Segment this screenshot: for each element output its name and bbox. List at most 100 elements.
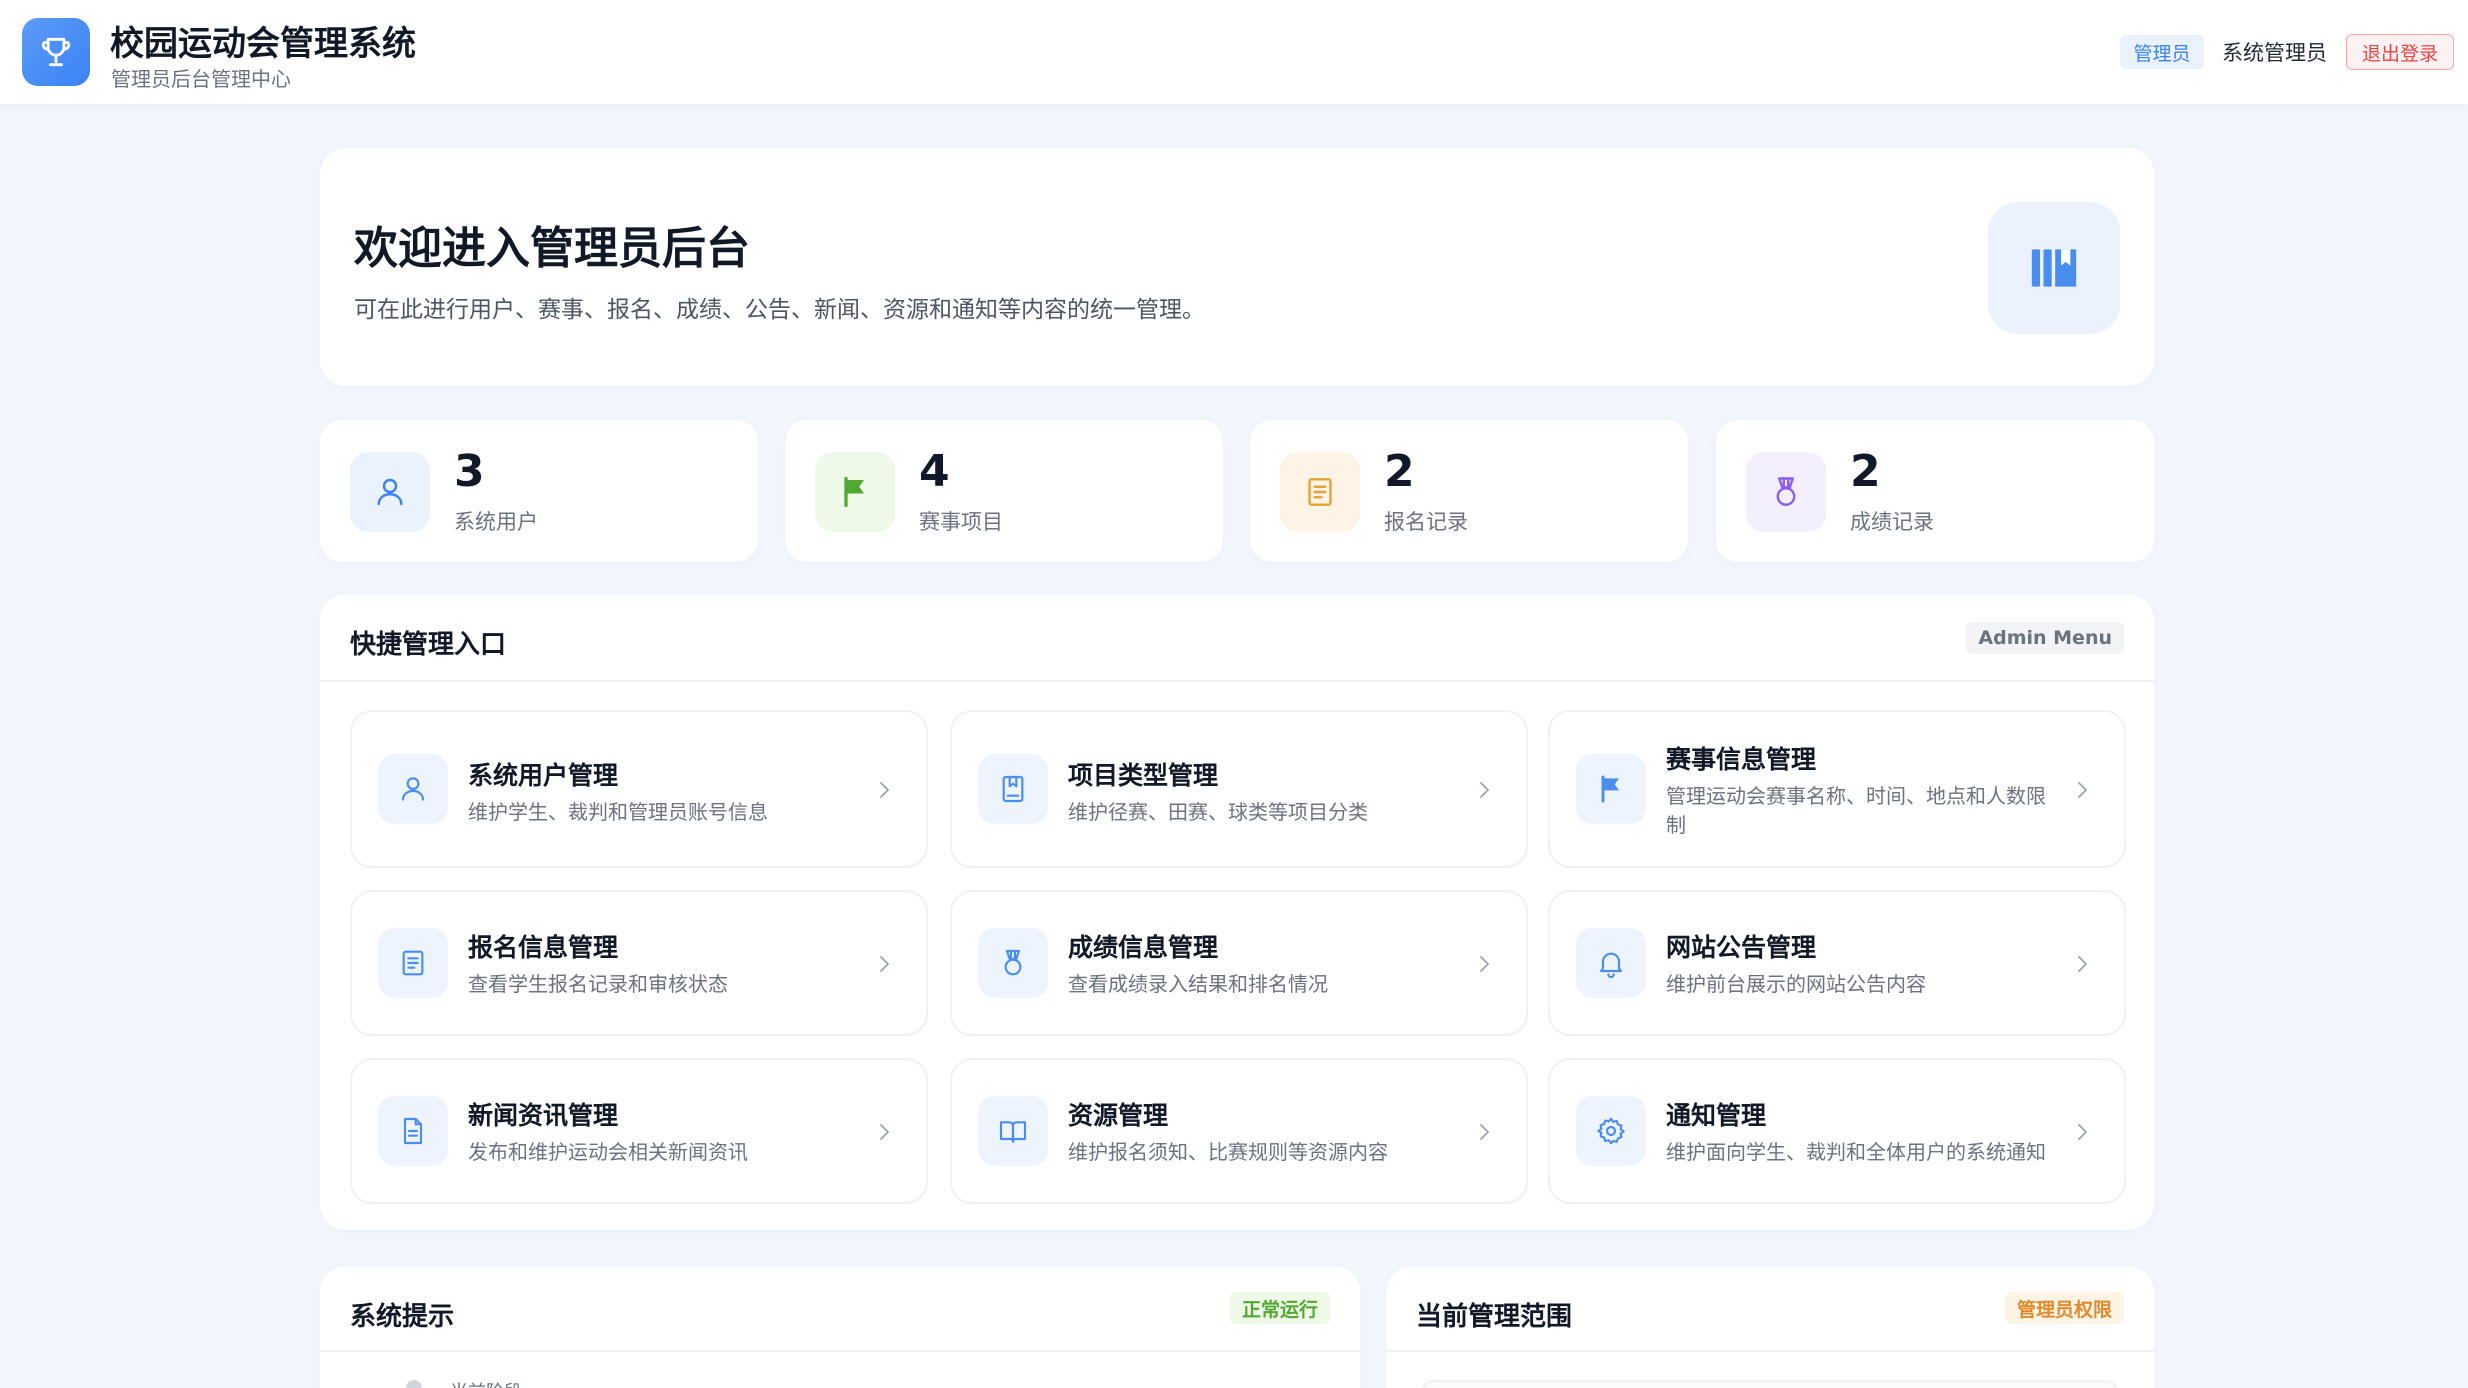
quick-item-title: 新闻资讯管理	[468, 1101, 619, 1130]
quick-item-icon-tile	[378, 1096, 448, 1166]
stat-label: 报名记录	[1384, 510, 1468, 534]
quick-item-desc: 查看成绩录入结果和排名情况	[1068, 972, 1328, 996]
quick-item-icon-tile	[978, 1096, 1048, 1166]
stat-icon-tile	[350, 452, 430, 532]
bell-icon	[1599, 952, 1623, 978]
quick-item-news[interactable]: 新闻资讯管理 发布和维护运动会相关新闻资讯	[350, 1058, 928, 1204]
quick-entry-section: 快捷管理入口 Admin Menu 系统用户管理 维护学生、裁判和管理员账号信息…	[320, 594, 2154, 1230]
stat-value: 2	[1850, 446, 1881, 497]
gear-icon	[1597, 1117, 1625, 1145]
quick-item-title: 通知管理	[1666, 1101, 1767, 1130]
flag-icon	[1601, 775, 1619, 803]
stat-card-registrations: 2 报名记录	[1250, 420, 1688, 562]
stat-value: 2	[1384, 446, 1415, 497]
app-subtitle: 管理员后台管理中心	[111, 67, 291, 91]
quick-item-desc: 维护径赛、田赛、球类等项目分类	[1068, 800, 1368, 824]
quick-item-title: 报名信息管理	[468, 933, 619, 962]
quick-item-icon-tile	[1576, 754, 1646, 824]
quick-item-title: 网站公告管理	[1666, 933, 1817, 962]
chevron-right-icon	[1480, 956, 1489, 972]
quick-item-notifications[interactable]: 通知管理 维护面向学生、裁判和全体用户的系统通知	[1548, 1058, 2126, 1204]
quick-item-icon-tile	[1576, 1096, 1646, 1166]
stat-card-events: 4 赛事项目	[785, 420, 1223, 562]
role-badge: 管理员	[2120, 35, 2204, 69]
chevron-right-icon	[2078, 956, 2087, 972]
quick-item-desc: 维护前台展示的网站公告内容	[1666, 972, 1926, 996]
quick-item-desc: 发布和维护运动会相关新闻资讯	[468, 1140, 748, 1164]
chevron-right-icon	[880, 956, 889, 972]
document-icon	[1308, 478, 1332, 506]
welcome-icon-tile	[1988, 202, 2120, 334]
quick-item-registrations[interactable]: 报名信息管理 查看学生报名记录和审核状态	[350, 890, 928, 1036]
quick-item-title: 系统用户管理	[468, 761, 619, 790]
quick-item-title: 资源管理	[1068, 1101, 1169, 1130]
quick-item-announcements[interactable]: 网站公告管理 维护前台展示的网站公告内容	[1548, 890, 2126, 1036]
stat-card-results: 2 成绩记录	[1716, 420, 2154, 562]
app-title: 校园运动会管理系统	[110, 24, 416, 64]
quick-item-desc: 维护面向学生、裁判和全体用户的系统通知	[1666, 1140, 2046, 1164]
logout-button[interactable]: 退出登录	[2346, 34, 2454, 70]
chevron-right-icon	[2078, 782, 2087, 798]
quick-item-title: 项目类型管理	[1068, 761, 1219, 790]
stat-label: 系统用户	[454, 510, 538, 534]
open-book-icon	[999, 1121, 1027, 1143]
stat-value: 3	[454, 446, 485, 497]
app-logo	[22, 18, 90, 86]
quick-item-icon-tile	[978, 754, 1048, 824]
chevron-right-icon	[880, 782, 889, 798]
quick-item-desc: 查看学生报名记录和审核状态	[468, 972, 728, 996]
scope-box	[1420, 1380, 2120, 1388]
quick-item-desc: 维护报名须知、比赛规则等资源内容	[1068, 1140, 1388, 1164]
quick-item-icon-tile	[978, 928, 1048, 998]
quick-item-events[interactable]: 赛事信息管理 管理运动会赛事名称、时间、地点和人数限制	[1548, 710, 2126, 868]
stat-icon-tile	[815, 452, 895, 532]
quick-item-desc: 管理运动会赛事名称、时间、地点和人数限制	[1666, 784, 2046, 837]
stat-label: 成绩记录	[1850, 510, 1934, 534]
quick-item-icon-tile	[378, 754, 448, 824]
stat-icon-tile	[1280, 452, 1360, 532]
system-tip-item: 当前阶段	[450, 1378, 522, 1388]
medal-icon	[1004, 949, 1022, 976]
user-name: 系统管理员	[2222, 41, 2327, 65]
quick-item-title: 赛事信息管理	[1666, 745, 1817, 774]
chevron-right-icon	[1480, 1124, 1489, 1140]
welcome-title: 欢迎进入管理员后台	[354, 223, 750, 274]
file-text-icon	[403, 1117, 423, 1145]
list-dot	[406, 1380, 422, 1388]
stat-value: 4	[919, 446, 950, 497]
welcome-description: 可在此进行用户、赛事、报名、成绩、公告、新闻、资源和通知等内容的统一管理。	[354, 297, 1205, 323]
quick-item-resources[interactable]: 资源管理 维护报名须知、比赛规则等资源内容	[950, 1058, 1528, 1204]
top-header: 校园运动会管理系统 管理员后台管理中心 管理员 系统管理员 退出登录	[0, 0, 2468, 104]
medal-icon	[1776, 477, 1796, 506]
quick-item-icon-tile	[1576, 928, 1646, 998]
quick-item-results[interactable]: 成绩信息管理 查看成绩录入结果和排名情况	[950, 890, 1528, 1036]
permission-badge: 管理员权限	[2004, 1292, 2124, 1324]
chevron-right-icon	[1480, 782, 1489, 798]
user-icon	[401, 777, 425, 801]
trophy-icon	[41, 37, 71, 67]
document-icon	[402, 950, 424, 976]
chevron-right-icon	[880, 1124, 889, 1140]
welcome-card: 欢迎进入管理员后台 可在此进行用户、赛事、报名、成绩、公告、新闻、资源和通知等内…	[320, 148, 2154, 386]
quick-item-users[interactable]: 系统用户管理 维护学生、裁判和管理员账号信息	[350, 710, 928, 868]
quick-item-project-types[interactable]: 项目类型管理 维护径赛、田赛、球类等项目分类	[950, 710, 1528, 868]
stat-icon-tile	[1746, 452, 1826, 532]
chevron-right-icon	[2078, 1124, 2087, 1140]
section-title: 系统提示	[350, 1302, 455, 1332]
quick-item-desc: 维护学生、裁判和管理员账号信息	[468, 800, 768, 824]
quick-item-title: 成绩信息管理	[1068, 933, 1219, 962]
flag-icon	[844, 476, 864, 508]
quick-item-icon-tile	[378, 928, 448, 998]
book-icon	[2031, 249, 2077, 287]
section-divider	[320, 680, 2154, 682]
notebook-icon	[1002, 775, 1024, 803]
stat-label: 赛事项目	[919, 510, 1003, 534]
user-icon	[377, 478, 403, 506]
section-divider	[1386, 1350, 2154, 1352]
section-divider	[320, 1350, 1360, 1352]
section-title: 快捷管理入口	[350, 630, 507, 660]
section-title: 当前管理范围	[1416, 1302, 1573, 1332]
stat-card-users: 3 系统用户	[320, 420, 758, 562]
admin-menu-tag: Admin Menu	[1966, 622, 2124, 654]
management-scope-card: 当前管理范围 管理员权限	[1386, 1266, 2154, 1388]
